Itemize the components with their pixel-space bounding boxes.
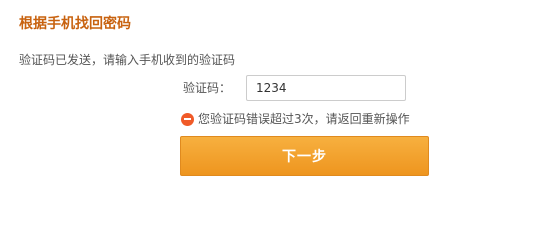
verification-code-label: 验证码： (183, 81, 232, 95)
page-title: 根据手机找回密码 (19, 16, 131, 32)
verification-code-input[interactable] (246, 75, 406, 101)
instruction-text: 验证码已发送，请输入手机收到的验证码 (19, 53, 236, 67)
next-step-button[interactable]: 下一步 (180, 136, 429, 176)
error-message: 您验证码错误超过3次，请返回重新操作 (181, 111, 410, 127)
error-message-text: 您验证码错误超过3次，请返回重新操作 (198, 112, 410, 126)
minus-circle-icon (181, 112, 194, 126)
